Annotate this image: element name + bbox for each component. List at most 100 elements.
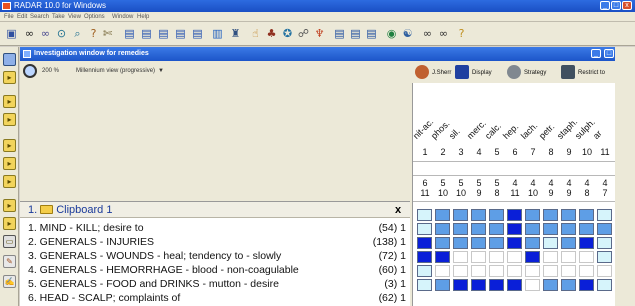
grade-cell[interactable] <box>525 265 540 277</box>
left-item-11-icon[interactable]: ✍ <box>3 275 16 288</box>
grade-cell[interactable] <box>561 237 576 249</box>
grade-cell[interactable] <box>489 237 504 249</box>
left-item-6-icon[interactable]: ▸ <box>3 175 16 188</box>
bottle-icon[interactable]: ♆ <box>312 26 327 41</box>
repertory-icon[interactable]: ▤ <box>122 26 137 41</box>
grade-cell[interactable] <box>417 251 432 263</box>
grade-cell[interactable] <box>561 279 576 291</box>
left-window-icon[interactable] <box>3 53 16 66</box>
glasses-icon[interactable]: ∞ <box>38 26 53 41</box>
rubric-row[interactable]: 6. HEAD - SCALP; complaints of (62) 1 <box>20 291 410 305</box>
grade-cell[interactable] <box>507 223 522 235</box>
rubric-row[interactable]: 1. MIND - KILL; desire to (54) 1 <box>20 221 410 235</box>
grade-cell[interactable] <box>489 265 504 277</box>
left-item-10-icon[interactable]: ✎ <box>3 255 16 268</box>
grade-cell[interactable] <box>453 223 468 235</box>
rubric-row[interactable]: 2. GENERALS - INJURIES (138) 1 <box>20 235 410 249</box>
left-item-7-icon[interactable]: ▸ <box>3 199 16 212</box>
grade-cell[interactable] <box>417 223 432 235</box>
grade-cell[interactable] <box>525 209 540 221</box>
grade-cell[interactable] <box>453 237 468 249</box>
grade-cell[interactable] <box>489 279 504 291</box>
glasses-2-icon[interactable]: ∞ <box>420 26 435 41</box>
view-dropdown[interactable]: ▼ <box>158 64 164 78</box>
grade-cell[interactable] <box>543 237 558 249</box>
grade-cell[interactable] <box>471 251 486 263</box>
clipboard-3-icon[interactable]: ▤ <box>173 26 188 41</box>
left-item-9-icon[interactable]: ▭ <box>3 235 16 248</box>
close-button[interactable]: x <box>622 1 632 10</box>
grade-cell[interactable] <box>471 209 486 221</box>
grade-cell[interactable] <box>525 223 540 235</box>
menu-edit[interactable]: Edit <box>17 12 27 22</box>
grade-cell[interactable] <box>525 279 540 291</box>
grade-cell[interactable] <box>489 251 504 263</box>
grade-cell[interactable] <box>543 223 558 235</box>
grade-cell[interactable] <box>453 265 468 277</box>
magnifier-icon[interactable]: ⌕ <box>70 26 85 41</box>
zoom-icon[interactable] <box>23 64 37 78</box>
notes-icon[interactable]: ▤ <box>364 26 379 41</box>
grade-cell[interactable] <box>525 251 540 263</box>
grade-cell[interactable] <box>579 223 594 235</box>
grade-cell[interactable] <box>489 209 504 221</box>
book-icon[interactable]: ▤ <box>332 26 347 41</box>
target-icon[interactable]: ✪ <box>280 26 295 41</box>
search-icon[interactable]: ⊙ <box>54 26 69 41</box>
grade-cell[interactable] <box>507 209 522 221</box>
grade-cell[interactable] <box>489 223 504 235</box>
grade-cell[interactable] <box>543 209 558 221</box>
grade-cell[interactable] <box>435 223 450 235</box>
grade-cell[interactable] <box>435 251 450 263</box>
grade-cell[interactable] <box>453 251 468 263</box>
grade-cell[interactable] <box>417 209 432 221</box>
minimize-button[interactable]: _ <box>600 1 610 10</box>
remedy-name[interactable]: merc. <box>465 118 488 141</box>
clipboard-4-icon[interactable]: ▤ <box>190 26 205 41</box>
menu-take[interactable]: Take <box>52 12 65 22</box>
clipboard-close-button[interactable]: x <box>392 204 404 216</box>
grade-cell[interactable] <box>453 279 468 291</box>
grade-cell[interactable] <box>561 265 576 277</box>
display-button[interactable]: Display <box>455 64 492 82</box>
grade-cell[interactable] <box>507 237 522 249</box>
question-icon[interactable]: ? <box>86 26 101 41</box>
remedy-name[interactable]: sil. <box>447 126 462 141</box>
grade-cell[interactable] <box>543 279 558 291</box>
left-item-5-icon[interactable]: ▸ <box>3 157 16 170</box>
grade-cell[interactable] <box>417 237 432 249</box>
left-item-2-icon[interactable]: ▸ <box>3 95 16 108</box>
rubric-row[interactable]: 4. GENERALS - HEMORRHAGE - blood - non-c… <box>20 263 410 277</box>
new-icon[interactable]: ▣ <box>4 26 19 41</box>
grade-cell[interactable] <box>597 279 612 291</box>
grade-cell[interactable] <box>579 251 594 263</box>
person-icon[interactable]: ♜ <box>228 26 243 41</box>
remedy-name[interactable]: ar <box>591 128 604 141</box>
grade-cell[interactable] <box>507 251 522 263</box>
rubric-row[interactable]: 5. GENERALS - FOOD and DRINKS - mutton -… <box>20 277 410 291</box>
inner-restore-button[interactable]: □ <box>604 49 614 58</box>
grade-cell[interactable] <box>543 265 558 277</box>
grade-cell[interactable] <box>435 237 450 249</box>
maximize-button[interactable]: □ <box>611 1 621 10</box>
materia-medica-icon[interactable]: ▤ <box>348 26 363 41</box>
strategy-button[interactable]: Strategy <box>507 64 546 82</box>
menu-window[interactable]: Window <box>112 12 133 22</box>
grade-cell[interactable] <box>597 237 612 249</box>
zoom-level[interactable]: 200 % <box>42 64 59 78</box>
left-item-4-icon[interactable]: ▸ <box>3 139 16 152</box>
menu-file[interactable]: File <box>4 12 14 22</box>
left-repertory-icon[interactable]: ▸ <box>3 71 16 84</box>
grade-cell[interactable] <box>561 251 576 263</box>
grade-cell[interactable] <box>417 279 432 291</box>
grade-cell[interactable] <box>453 209 468 221</box>
grade-cell[interactable] <box>471 265 486 277</box>
grade-cell[interactable] <box>435 265 450 277</box>
abc-icon[interactable]: ☍ <box>296 26 311 41</box>
menu-options[interactable]: Options <box>84 12 105 22</box>
remedy-name[interactable]: hep. <box>501 122 520 141</box>
grade-cell[interactable] <box>471 279 486 291</box>
grade-cell[interactable] <box>561 209 576 221</box>
help-icon[interactable]: ? <box>454 26 469 41</box>
menu-view[interactable]: View <box>68 12 81 22</box>
